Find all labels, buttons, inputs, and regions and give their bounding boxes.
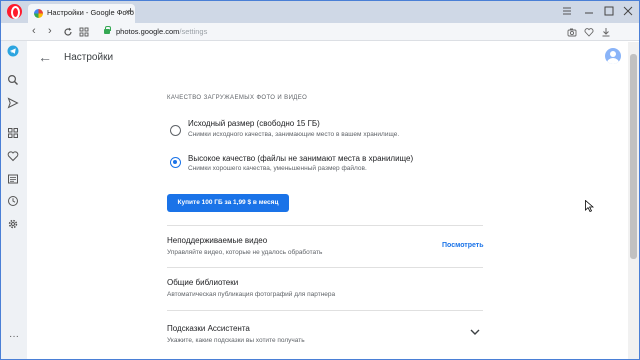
maximize-icon[interactable] — [604, 6, 614, 16]
original-quality-title: Исходный размер (свободно 15 ГБ) — [188, 119, 320, 128]
high-quality-description: Снимки хорошего качества, уменьшенный ра… — [188, 165, 367, 172]
bookmarks-heart-icon[interactable] — [7, 150, 19, 162]
opera-sidebar: ··· — [1, 41, 27, 359]
search-icon[interactable] — [7, 74, 19, 86]
url-host: photos.google.com — [116, 27, 180, 36]
original-quality-radio[interactable] — [170, 125, 181, 136]
settings-page: ← Настройки КАЧЕСТВО ЗАГРУЖАЕМЫХ ФОТО И … — [28, 42, 628, 359]
telegram-icon[interactable] — [7, 45, 19, 57]
google-photos-favicon-icon — [34, 9, 43, 18]
upload-quality-section-title: КАЧЕСТВО ЗАГРУЖАЕМЫХ ФОТО И ВИДЕО — [167, 95, 308, 101]
unsupported-videos-description: Управляйте видео, которые не удалось обр… — [167, 249, 323, 256]
scrollbar-thumb[interactable] — [630, 54, 637, 259]
minimize-icon[interactable] — [584, 7, 594, 17]
speed-dial-icon[interactable] — [79, 27, 89, 37]
shared-libraries-description: Автоматическая публикация фотографий для… — [167, 291, 336, 298]
opera-menu-icon[interactable] — [7, 4, 22, 19]
tab-google-photos-settings[interactable]: Настройки - Google Фото × — [28, 4, 135, 23]
back-arrow-icon[interactable]: ← — [38, 50, 52, 64]
back-nav-icon[interactable]: ‹ — [32, 25, 36, 38]
history-clock-icon[interactable] — [7, 195, 19, 207]
sidebar-more-icon[interactable]: ··· — [9, 331, 19, 342]
mouse-cursor-icon — [585, 200, 594, 212]
assistant-suggestions-description: Укажите, какие подсказки вы хотите получ… — [167, 337, 305, 344]
bookmark-heart-icon[interactable] — [584, 27, 594, 37]
high-quality-radio[interactable] — [170, 157, 181, 168]
high-quality-title: Высокое качество (файлы не занимают мест… — [188, 154, 414, 163]
browser-window: Настройки - Google Фото × + ‹ › photos.g… — [0, 0, 640, 360]
easy-setup-icon[interactable] — [562, 6, 572, 16]
reload-icon[interactable] — [63, 27, 73, 37]
shared-libraries-title[interactable]: Общие библиотеки — [167, 278, 238, 287]
assistant-suggestions-title[interactable]: Подсказки Ассистента — [167, 324, 250, 333]
download-icon[interactable] — [601, 27, 611, 37]
page-scrollbar[interactable] — [628, 42, 639, 359]
original-quality-description: Снимки исходного качества, занимающие ме… — [188, 131, 400, 138]
close-window-icon[interactable] — [623, 6, 633, 16]
url-field[interactable]: photos.google.com/settings — [116, 27, 207, 36]
view-unsupported-videos-link[interactable]: Посмотреть — [442, 242, 484, 249]
chevron-down-icon[interactable] — [470, 329, 480, 335]
speed-dial-grid-icon[interactable] — [7, 127, 19, 139]
tab-title: Настройки - Google Фото — [47, 8, 134, 17]
buy-storage-button[interactable]: Купите 100 ГБ за 1,99 $ в месяц — [167, 194, 289, 212]
send-icon[interactable] — [7, 97, 19, 109]
url-path: /settings — [179, 27, 208, 36]
address-bar: ‹ › photos.google.com/settings — [1, 23, 639, 41]
page-title: Настройки — [64, 52, 114, 63]
divider — [167, 225, 483, 226]
secure-lock-icon[interactable] — [104, 26, 111, 34]
divider — [167, 310, 483, 311]
divider — [167, 267, 483, 268]
account-avatar[interactable] — [605, 48, 621, 64]
settings-gear-icon[interactable] — [7, 218, 19, 230]
unsupported-videos-title: Неподдерживаемые видео — [167, 236, 268, 245]
news-icon[interactable] — [7, 173, 19, 185]
new-tab-button[interactable]: + — [127, 4, 134, 18]
snapshot-camera-icon[interactable] — [567, 27, 577, 37]
title-bar: Настройки - Google Фото × + — [1, 1, 639, 23]
forward-nav-icon[interactable]: › — [48, 25, 52, 38]
